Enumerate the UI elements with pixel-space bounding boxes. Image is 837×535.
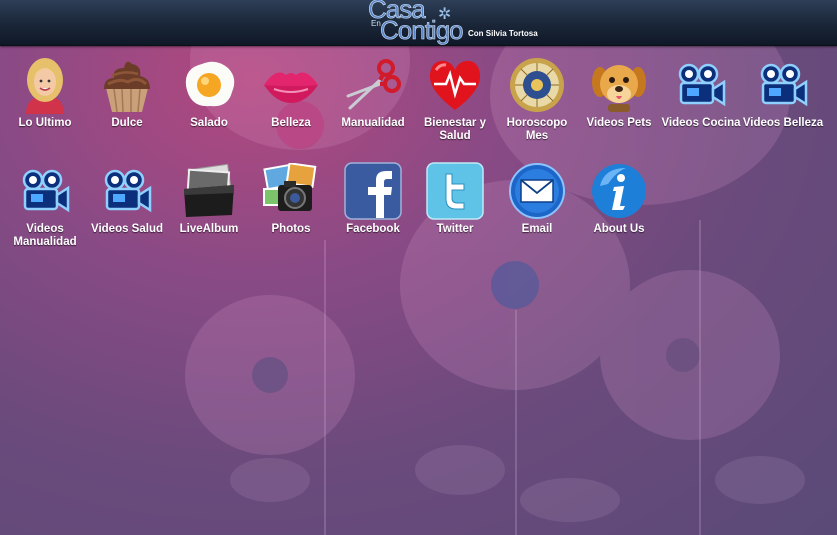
app-livealbum[interactable]: LiveAlbum <box>168 160 250 236</box>
video-camera-icon <box>16 162 74 220</box>
app-videos-cocina[interactable]: Videos Cocina <box>660 54 742 130</box>
app-facebook[interactable]: Facebook <box>332 160 414 236</box>
heart-pulse-icon <box>426 56 484 114</box>
app-dulce[interactable]: Dulce <box>86 54 168 130</box>
app-salado[interactable]: Salado <box>168 54 250 130</box>
app-horoscopo[interactable]: Horoscopo Mes <box>496 54 578 143</box>
app-videos-belleza[interactable]: Videos Belleza <box>742 54 824 130</box>
app-videos-pets[interactable]: Videos Pets <box>578 54 660 130</box>
app-photos[interactable]: Photos <box>250 160 332 236</box>
app-label: Photos <box>271 223 311 235</box>
woman-portrait-icon <box>16 56 74 114</box>
video-camera-icon <box>98 162 156 220</box>
app-label: Lo Ultimo <box>18 117 72 129</box>
app-label: Belleza <box>271 117 311 129</box>
app-twitter[interactable]: Twitter <box>414 160 496 236</box>
scissors-icon <box>344 56 402 114</box>
puppy-icon <box>590 56 648 114</box>
zodiac-wheel-icon <box>508 56 566 114</box>
twitter-icon <box>426 162 484 220</box>
app-lo-ultimo[interactable]: Lo Ultimo <box>4 54 86 130</box>
app-manualidad[interactable]: Manualidad <box>332 54 414 130</box>
app-label: About Us <box>593 223 645 235</box>
fried-egg-icon <box>180 56 238 114</box>
app-header: Casa En Contigo ✲ Con Silvia Tortosa <box>0 0 837 46</box>
app-label: Twitter <box>436 223 474 235</box>
app-label: Salado <box>190 117 228 129</box>
photo-stack-icon <box>180 162 238 220</box>
app-label: Videos Belleza <box>742 117 824 129</box>
sparkle-icon: ✲ <box>438 6 452 23</box>
app-label: Email <box>521 223 553 235</box>
info-icon <box>590 162 648 220</box>
video-camera-icon <box>672 56 730 114</box>
envelope-icon <box>508 162 566 220</box>
app-label: LiveAlbum <box>179 223 239 235</box>
app-label: Facebook <box>346 223 400 235</box>
app-bienestar[interactable]: Bienestar y Salud <box>414 54 496 143</box>
lips-icon <box>262 56 320 114</box>
facebook-icon <box>344 162 402 220</box>
app-videos-manualidad[interactable]: Videos Manualidad <box>4 160 86 249</box>
app-label: Videos Cocina <box>661 117 741 129</box>
logo-subtitle: Con Silvia Tortosa <box>468 29 538 38</box>
camera-photos-icon <box>262 162 320 220</box>
app-label: Manualidad <box>341 117 405 129</box>
app-label: Horoscopo Mes <box>506 117 568 142</box>
cupcake-icon <box>98 56 156 114</box>
app-belleza[interactable]: Belleza <box>250 54 332 130</box>
app-label: Videos Salud <box>90 223 163 235</box>
app-email[interactable]: Email <box>496 160 578 236</box>
app-label: Dulce <box>111 117 143 129</box>
casa-contigo-logo[interactable]: Casa En Contigo ✲ Con Silvia Tortosa <box>368 0 548 45</box>
app-label: Bienestar y Salud <box>423 117 486 142</box>
app-about-us[interactable]: About Us <box>578 160 660 236</box>
app-videos-salud[interactable]: Videos Salud <box>86 160 168 236</box>
app-label: Videos Pets <box>586 117 652 129</box>
video-camera-icon <box>754 56 812 114</box>
app-label: Videos Manualidad <box>13 223 77 248</box>
